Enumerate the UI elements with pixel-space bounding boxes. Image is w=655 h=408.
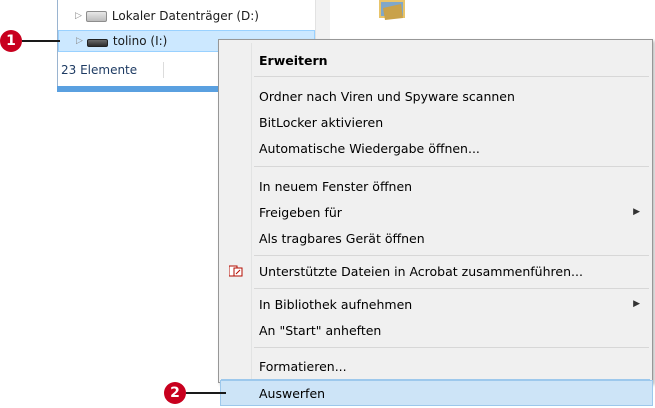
menu-item-pin-to-start[interactable]: An "Start" anheften: [221, 317, 650, 343]
menu-item-bitlocker[interactable]: BitLocker aktivieren: [221, 109, 650, 135]
callout-line: [22, 40, 60, 42]
menu-separator: [254, 76, 649, 77]
menu-item-label: Freigeben für: [259, 204, 342, 220]
menu-separator: [254, 288, 649, 289]
menu-item-format[interactable]: Formatieren...: [221, 353, 650, 379]
menu-separator: [254, 255, 649, 256]
callout-2: 2: [164, 382, 226, 404]
menu-separator: [254, 166, 649, 167]
callout-line: [186, 392, 226, 394]
menu-item-label: BitLocker aktivieren: [259, 114, 384, 130]
expand-arrow-icon[interactable]: ▷: [76, 36, 83, 46]
menu-item-expand[interactable]: Erweitern: [221, 47, 650, 73]
menu-item-label: In Bibliothek aufnehmen: [259, 296, 413, 312]
callout-badge: 2: [164, 382, 186, 404]
menu-item-label: In neuem Fenster öffnen: [259, 178, 413, 194]
submenu-arrow-icon: ▶: [633, 299, 640, 309]
tree-item-label: Lokaler Datenträger (D:): [111, 9, 259, 23]
menu-item-open-new-window[interactable]: In neuem Fenster öffnen: [221, 173, 650, 199]
tree-item-local-disk-d[interactable]: ▷ Lokaler Datenträger (D:): [75, 5, 313, 27]
status-separator: [163, 62, 164, 78]
menu-item-label: Erweitern: [259, 52, 328, 68]
submenu-arrow-icon: ▶: [633, 207, 640, 217]
expand-arrow-icon[interactable]: ▷: [75, 11, 82, 21]
acrobat-icon: [229, 265, 243, 277]
callout-badge: 1: [0, 30, 22, 52]
menu-item-label: Ordner nach Viren und Spyware scannen: [259, 88, 515, 104]
callout-1: 1: [0, 30, 60, 52]
tree-item-label: tolino (I:): [112, 34, 168, 48]
menu-separator: [254, 347, 649, 348]
menu-item-include-in-library[interactable]: In Bibliothek aufnehmen ▶: [221, 291, 650, 317]
menu-item-label: Automatische Wiedergabe öffnen...: [259, 140, 480, 156]
menu-item-label: Formatieren...: [259, 358, 347, 374]
status-item-count: 23 Elemente: [61, 63, 138, 77]
menu-item-virus-scan[interactable]: Ordner nach Viren und Spyware scannen: [221, 83, 650, 109]
menu-item-eject[interactable]: Auswerfen: [220, 380, 653, 406]
context-menu: Erweitern Ordner nach Viren und Spyware …: [218, 39, 653, 383]
menu-item-label: Auswerfen: [259, 385, 326, 401]
menu-item-share-with[interactable]: Freigeben für ▶: [221, 199, 650, 225]
menu-item-open-as-portable-device[interactable]: Als tragbares Gerät öffnen: [221, 225, 650, 251]
menu-item-label: An "Start" anheften: [259, 322, 382, 338]
menu-item-label: Unterstützte Dateien in Acrobat zusammen…: [259, 263, 583, 279]
hard-drive-icon: [85, 10, 107, 22]
menu-item-acrobat-combine[interactable]: Unterstützte Dateien in Acrobat zusammen…: [221, 258, 650, 284]
usb-drive-icon: [86, 39, 108, 47]
menu-item-autoplay[interactable]: Automatische Wiedergabe öffnen...: [221, 135, 650, 161]
menu-item-label: Als tragbares Gerät öffnen: [259, 230, 425, 246]
folder-icon[interactable]: [375, 0, 409, 22]
